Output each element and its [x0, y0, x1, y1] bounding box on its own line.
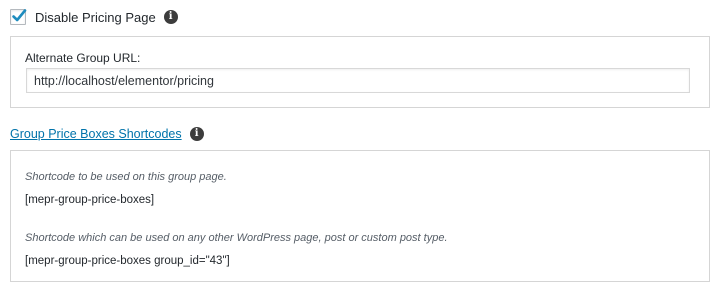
disable-pricing-label[interactable]: Disable Pricing Page: [35, 10, 156, 25]
info-icon[interactable]: i: [163, 10, 178, 24]
alternate-url-input[interactable]: [26, 68, 690, 93]
alternate-url-panel: Alternate Group URL:: [10, 36, 710, 108]
disable-pricing-row: Disable Pricing Page i: [10, 8, 178, 26]
shortcode-description: Shortcode to be used on this group page.: [25, 171, 227, 183]
disable-pricing-checkbox[interactable]: [10, 9, 27, 25]
shortcodes-panel: Shortcode to be used on this group page.…: [10, 150, 710, 282]
shortcode-value: [mepr-group-price-boxes group_id="43"]: [25, 255, 230, 267]
shortcode-description: Shortcode which can be used on any other…: [25, 232, 448, 244]
shortcodes-toggle-link[interactable]: Group Price Boxes Shortcodes: [10, 127, 182, 141]
info-icon[interactable]: i: [189, 127, 204, 141]
checkmark-icon: [12, 9, 27, 22]
alternate-url-label: Alternate Group URL:: [25, 51, 141, 65]
shortcode-value: [mepr-group-price-boxes]: [25, 194, 155, 206]
shortcodes-heading: Group Price Boxes Shortcodes i: [10, 126, 204, 142]
